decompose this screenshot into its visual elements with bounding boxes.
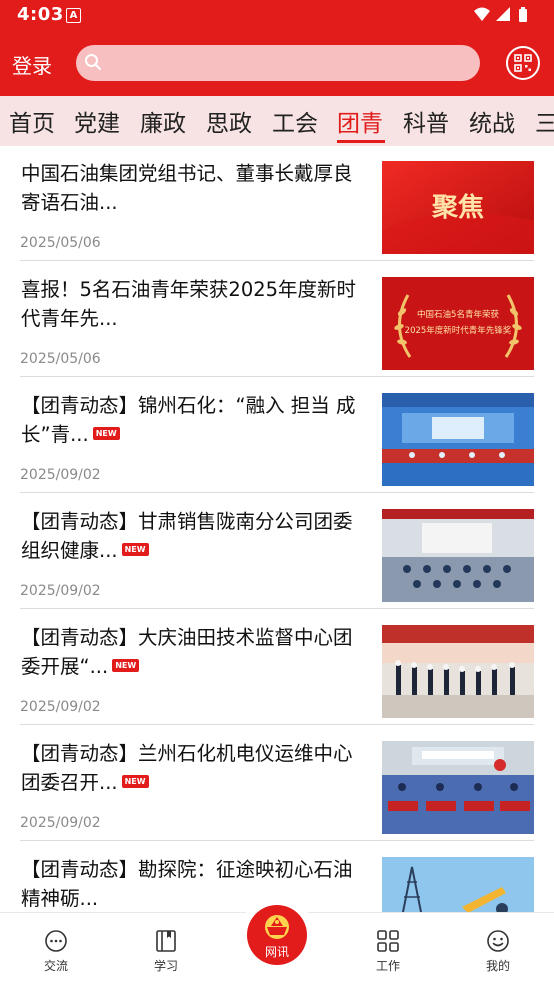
svg-text:2025年度新时代青年先锋奖: 2025年度新时代青年先锋奖 bbox=[405, 325, 512, 336]
tab-youth[interactable]: 团青 bbox=[337, 104, 383, 138]
news-thumbnail bbox=[382, 741, 534, 834]
news-title: 喜报！5名石油青年荣获2025年度新时代青年先... bbox=[21, 278, 357, 330]
news-thumbnail bbox=[382, 509, 534, 602]
tab-home[interactable]: 首页 bbox=[9, 104, 55, 138]
news-item[interactable]: 中国石油集团党组书记、董事长戴厚良寄语石油... 2025/05/06 聚焦 bbox=[20, 146, 534, 261]
news-title: 【团青动态】大庆油田技术监督中心团委开展“... NEW bbox=[21, 626, 353, 678]
tab-science[interactable]: 科普 bbox=[403, 104, 449, 138]
qr-code-icon bbox=[514, 54, 532, 72]
nav-label: 网讯 bbox=[264, 945, 289, 959]
news-title: 中国石油集团党组书记、董事长戴厚良寄语石油... bbox=[21, 162, 353, 214]
search-box[interactable] bbox=[76, 45, 480, 81]
tab-integrity[interactable]: 廉政 bbox=[140, 104, 186, 138]
chat-icon bbox=[45, 930, 67, 952]
news-item[interactable]: 【团青动态】大庆油田技术监督中心团委开展“... NEW 2025/09/02 bbox=[20, 610, 534, 725]
nav-label: 工作 bbox=[375, 959, 400, 973]
tab-united-front[interactable]: 统战 bbox=[469, 104, 515, 138]
new-badge: NEW bbox=[121, 543, 149, 556]
news-date: 2025/09/02 bbox=[20, 583, 101, 599]
youth-league-emblem-icon bbox=[265, 915, 289, 939]
status-bar: 4:03 A bbox=[0, 0, 554, 32]
book-icon bbox=[156, 930, 176, 952]
grid-icon bbox=[377, 930, 399, 952]
new-badge: NEW bbox=[112, 659, 140, 672]
status-icons bbox=[472, 6, 534, 24]
bottom-navigation: 交流 学习 网讯 工作 我的 bbox=[0, 897, 554, 985]
news-date: 2025/05/06 bbox=[20, 235, 101, 251]
signal-icon bbox=[496, 7, 510, 21]
wifi-icon bbox=[474, 7, 490, 21]
nav-label: 交流 bbox=[43, 959, 68, 973]
notification-icon: A bbox=[66, 8, 81, 23]
nav-study[interactable]: 学习 bbox=[126, 913, 206, 985]
nav-chat[interactable]: 交流 bbox=[16, 913, 96, 985]
news-title: 【团青动态】甘肃销售陇南分公司团委组织健康... NEW bbox=[21, 510, 353, 562]
nav-work[interactable]: 工作 bbox=[348, 913, 428, 985]
nav-label: 我的 bbox=[485, 959, 510, 973]
news-thumbnail bbox=[382, 625, 534, 718]
news-title: 【团青动态】兰州石化机电仪运维中心团委召开... NEW bbox=[21, 742, 353, 794]
news-thumbnail: 中国石油5名青年荣获 2025年度新时代青年先锋奖 bbox=[382, 277, 534, 370]
qr-code-button[interactable] bbox=[506, 46, 540, 80]
news-item[interactable]: 【团青动态】锦州石化：“融入 担当 成长”青... NEW 2025/09/02 bbox=[20, 378, 534, 493]
news-title: 【团青动态】锦州石化：“融入 担当 成长”青... NEW bbox=[21, 394, 356, 446]
news-date: 2025/09/02 bbox=[20, 815, 101, 831]
top-header: 4:03 A 登录 bbox=[0, 0, 554, 96]
news-date: 2025/09/02 bbox=[20, 699, 101, 715]
status-time: 4:03 bbox=[17, 4, 64, 25]
active-tab-indicator bbox=[337, 140, 385, 143]
nav-news-center[interactable]: 网讯 bbox=[247, 905, 307, 965]
tab-more[interactable]: 三 bbox=[535, 104, 554, 138]
tab-union[interactable]: 工会 bbox=[272, 104, 318, 138]
thumb-text: 聚焦 bbox=[431, 192, 484, 223]
news-title: 【团青动态】勘探院：征途映初心石油精神砺... bbox=[21, 858, 353, 910]
login-button[interactable]: 登录 bbox=[12, 50, 52, 79]
tab-ideology[interactable]: 思政 bbox=[206, 104, 252, 138]
news-thumbnail: 聚焦 bbox=[382, 161, 534, 254]
search-input[interactable] bbox=[110, 51, 464, 77]
svg-text:中国石油5名青年荣获: 中国石油5名青年荣获 bbox=[417, 309, 499, 320]
news-item[interactable]: 【团青动态】兰州石化机电仪运维中心团委召开... NEW 2025/09/02 bbox=[20, 726, 534, 841]
search-icon bbox=[84, 53, 102, 75]
new-badge: NEW bbox=[121, 775, 149, 788]
nav-mine[interactable]: 我的 bbox=[458, 913, 538, 985]
category-tabs: 首页 党建 廉政 思政 工会 团青 科普 统战 三 bbox=[0, 96, 554, 146]
news-date: 2025/09/02 bbox=[20, 467, 101, 483]
news-item[interactable]: 【团青动态】甘肃销售陇南分公司团委组织健康... NEW 2025/09/02 bbox=[20, 494, 534, 609]
battery-icon bbox=[519, 7, 527, 22]
new-badge: NEW bbox=[92, 427, 120, 440]
tab-party[interactable]: 党建 bbox=[74, 104, 120, 138]
nav-label: 学习 bbox=[153, 959, 178, 973]
news-date: 2025/05/06 bbox=[20, 351, 101, 367]
smile-icon bbox=[487, 930, 509, 952]
news-thumbnail bbox=[382, 393, 534, 486]
news-item[interactable]: 喜报！5名石油青年荣获2025年度新时代青年先... 2025/05/06 中国… bbox=[20, 262, 534, 377]
